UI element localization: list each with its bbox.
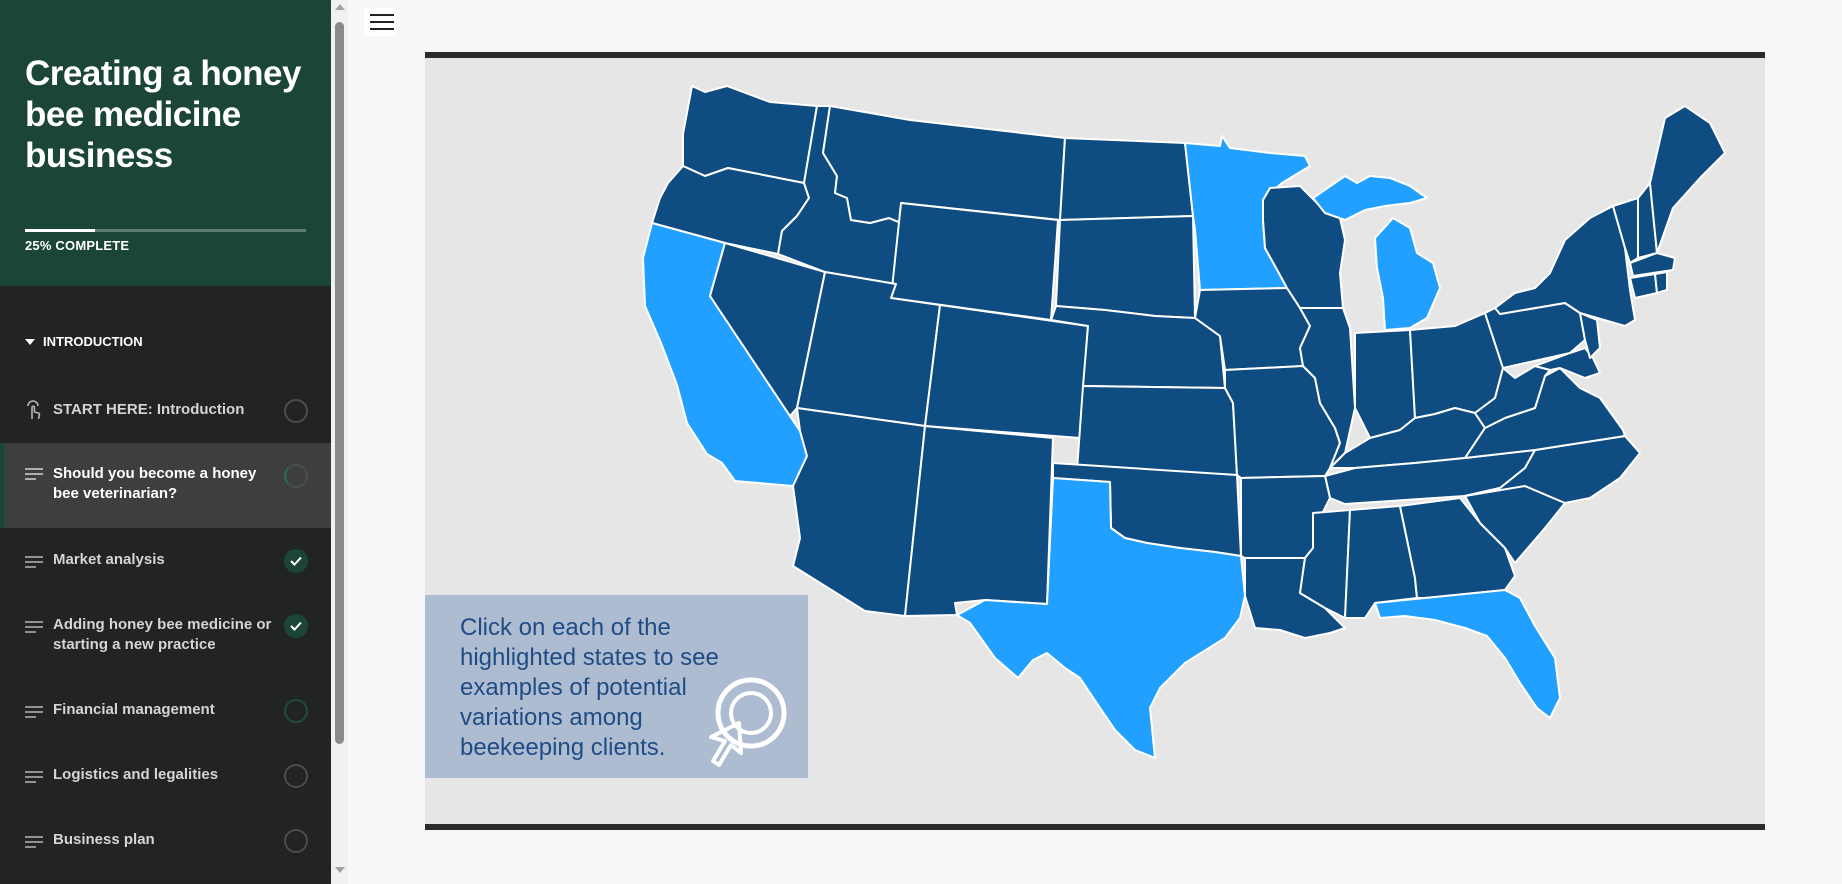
lesson-title: Logistics and legalities: [53, 766, 219, 783]
progress-label: 25% COMPLETE: [25, 238, 130, 253]
sidebar-scrollbar[interactable]: [331, 0, 348, 884]
state-rhode-island[interactable]: [1654, 271, 1668, 294]
lesson-market-analysis[interactable]: Market analysis: [0, 541, 331, 581]
status-not-started-icon: [284, 764, 308, 788]
status-in-progress-icon: [284, 464, 308, 488]
course-title: Creating a honey bee medicine business: [25, 54, 301, 175]
state-north-dakota[interactable]: [1059, 137, 1194, 221]
state-washington[interactable]: [682, 85, 818, 184]
state-connecticut[interactable]: [1629, 273, 1658, 299]
menu-line: [370, 28, 394, 30]
lesson-start-here[interactable]: START HERE: Introduction: [0, 391, 331, 431]
text-lines-icon: [24, 555, 44, 575]
touch-icon: [24, 400, 44, 420]
state-maine[interactable]: [1649, 105, 1726, 254]
course-sidebar: Creating a honey bee medicine business 2…: [0, 0, 331, 884]
progress-bar: [25, 229, 306, 232]
state-kansas[interactable]: [1076, 385, 1238, 476]
state-south-dakota[interactable]: [1055, 215, 1196, 319]
course-header: Creating a honey bee medicine business 2…: [0, 0, 331, 286]
lesson-title: Financial management: [53, 701, 215, 718]
state-new-mexico[interactable]: [904, 425, 1054, 617]
state-florida[interactable]: [1374, 589, 1561, 719]
state-michigan-lower[interactable]: [1374, 217, 1441, 331]
text-lines-icon: [24, 467, 44, 487]
section-label: INTRODUCTION: [43, 334, 143, 349]
lesson-honey-bee-veterinarian[interactable]: Should you become a honey bee veterinari…: [0, 443, 331, 528]
section-toggle-introduction[interactable]: INTRODUCTION: [25, 334, 143, 349]
text-lines-icon: [24, 835, 44, 855]
scroll-up-arrow-icon[interactable]: [335, 4, 345, 10]
instruction-box: Click on each of the highlighted states …: [425, 595, 808, 778]
lesson-title: Should you become a honey bee veterinari…: [53, 465, 257, 502]
state-michigan-upper[interactable]: [1312, 175, 1428, 221]
lesson-business-plan[interactable]: Business plan: [0, 821, 331, 861]
text-lines-icon: [24, 770, 44, 790]
progress-bar-fill: [25, 229, 96, 232]
status-not-started-icon: [284, 399, 308, 423]
status-not-started-icon: [284, 829, 308, 853]
state-indiana[interactable]: [1354, 329, 1416, 439]
lesson-adding-honey-bee-medicine[interactable]: Adding honey bee medicine or starting a …: [0, 606, 331, 666]
us-map-interaction: Click on each of the highlighted states …: [425, 52, 1765, 830]
lesson-title: Market analysis: [53, 551, 165, 568]
menu-line: [370, 21, 394, 23]
text-lines-icon: [24, 705, 44, 725]
click-pointer-icon: [701, 675, 791, 775]
status-started-icon: [284, 699, 308, 723]
menu-line: [370, 14, 394, 16]
status-complete-icon: [284, 549, 308, 573]
lesson-title: Adding honey bee medicine or starting a …: [53, 616, 272, 653]
scrollbar-thumb[interactable]: [335, 22, 344, 744]
state-arizona[interactable]: [792, 407, 926, 617]
lesson-logistics-legalities[interactable]: Logistics and legalities: [0, 756, 331, 796]
state-colorado[interactable]: [924, 304, 1089, 439]
scroll-down-arrow-icon[interactable]: [335, 867, 345, 873]
caret-down-icon: [25, 338, 35, 345]
hamburger-menu-icon[interactable]: [364, 8, 396, 36]
lesson-title: Business plan: [53, 831, 155, 848]
lesson-title: START HERE: Introduction: [53, 401, 245, 418]
lesson-financial-management[interactable]: Financial management: [0, 691, 331, 731]
status-complete-icon: [284, 614, 308, 638]
state-montana[interactable]: [822, 105, 1066, 224]
text-lines-icon: [24, 620, 44, 640]
